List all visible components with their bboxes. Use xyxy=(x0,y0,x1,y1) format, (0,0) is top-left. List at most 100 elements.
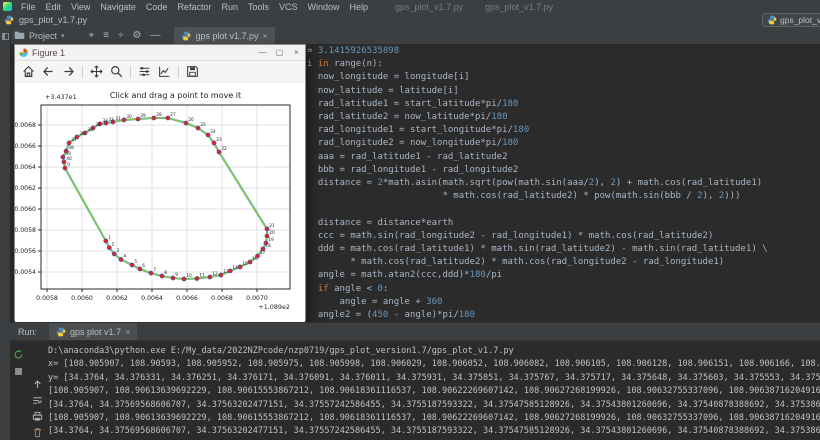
svg-text:0.0058: 0.0058 xyxy=(36,295,58,302)
menu-item-navigate[interactable]: Navigate xyxy=(95,2,141,12)
configure-subplots-icon[interactable] xyxy=(138,65,151,78)
menu-item-refactor[interactable]: Refactor xyxy=(172,2,216,12)
svg-text:0: 0 xyxy=(67,162,70,168)
save-icon[interactable] xyxy=(186,65,199,78)
menu-item-file[interactable]: File xyxy=(16,2,41,12)
svg-text:0.0064: 0.0064 xyxy=(15,164,36,171)
close-tab-icon[interactable]: × xyxy=(125,327,130,337)
menu-item-tools[interactable]: Tools xyxy=(243,2,274,12)
editor-tab-label: gps plot v1.7.py xyxy=(195,30,259,41)
pycharm-window: { "menubar": { "items": ["File","Edit","… xyxy=(0,0,820,440)
menu-bar: File Edit View Navigate Code Refactor Run Tools… xyxy=(0,0,820,13)
console-output: D:\anaconda3\python.exe E:/My_data/2022N… xyxy=(48,346,820,437)
svg-text:8: 8 xyxy=(164,270,167,276)
menu-item-help[interactable]: Help xyxy=(345,2,374,12)
locate-icon[interactable]: ⌖ xyxy=(89,30,95,41)
print-icon[interactable] xyxy=(32,411,43,422)
svg-text:30: 30 xyxy=(126,114,132,120)
svg-text:1: 1 xyxy=(108,235,111,241)
expand-icon[interactable]: ÷ xyxy=(118,30,124,41)
menu-item-run[interactable]: Run xyxy=(216,2,243,12)
back-icon[interactable] xyxy=(42,65,55,78)
panel-header-row: Project ▾ ⌖ ≡ ÷ ⚙ — gps plot v1.7.py × xyxy=(0,27,820,45)
svg-text:0.0056: 0.0056 xyxy=(15,248,36,255)
gear-icon[interactable]: ⚙ xyxy=(133,30,142,41)
menu-item-code[interactable]: Code xyxy=(141,2,173,12)
maximize-button[interactable]: ▢ xyxy=(271,48,288,57)
toolbar-separator xyxy=(82,65,83,78)
chevron-down-icon[interactable]: ▾ xyxy=(61,32,65,40)
close-tab-icon[interactable]: × xyxy=(263,31,268,41)
pycharm-logo-icon xyxy=(3,2,12,11)
svg-text:3: 3 xyxy=(117,248,120,254)
svg-text:4: 4 xyxy=(123,254,126,260)
breadcrumb-file[interactable]: gps_plot_v1.7.py xyxy=(19,15,87,25)
svg-text:Click and drag a point to move: Click and drag a point to move it xyxy=(110,91,241,100)
python-file-icon xyxy=(182,31,191,40)
editor-tab-gps-plot[interactable]: gps plot v1.7.py × xyxy=(174,27,275,44)
svg-text:22: 22 xyxy=(221,146,227,152)
menu-items: File Edit View Navigate Code Refactor Run Tools… xyxy=(16,2,373,12)
navigation-bar: gps_plot_v1.7.py xyxy=(0,13,820,27)
collapse-all-icon[interactable]: ≡ xyxy=(103,30,109,41)
rerun-icon[interactable] xyxy=(13,349,24,360)
svg-text:25: 25 xyxy=(200,122,206,128)
svg-text:+1.089e2: +1.089e2 xyxy=(258,303,290,311)
figure-canvas[interactable]: 0.0058 0.0060 0.0062 0.0064 0.0066 0.0068 0.00… xyxy=(15,83,305,322)
svg-text:38: 38 xyxy=(68,145,74,151)
svg-text:0.0054: 0.0054 xyxy=(15,269,36,276)
svg-text:0.0068: 0.0068 xyxy=(211,295,233,302)
svg-text:2: 2 xyxy=(112,242,115,248)
folder-icon xyxy=(14,31,25,40)
svg-text:0.0070: 0.0070 xyxy=(246,295,268,302)
svg-text:0.0064: 0.0064 xyxy=(141,295,163,302)
gps-plot[interactable]: 0.0058 0.0060 0.0062 0.0064 0.0066 0.0068 0.00… xyxy=(15,83,305,322)
toolbar-separator xyxy=(178,65,179,78)
python-file-icon xyxy=(4,15,14,25)
svg-text:14: 14 xyxy=(232,265,238,271)
svg-text:31: 31 xyxy=(115,116,121,122)
window-title-file: gps_plot_v1.7.py xyxy=(395,1,464,12)
svg-text:24: 24 xyxy=(210,129,216,135)
close-button[interactable]: × xyxy=(288,48,305,57)
window-title-file: gps_plot_v1.7.py xyxy=(485,1,554,12)
soft-wrap-icon[interactable] xyxy=(32,395,43,406)
hide-panel-icon[interactable]: — xyxy=(150,30,160,41)
menu-item-view[interactable]: View xyxy=(66,2,95,12)
svg-text:7: 7 xyxy=(153,267,156,273)
run-tab[interactable]: gps plot v1.7 × xyxy=(49,323,138,340)
up-arrow-icon[interactable] xyxy=(32,379,43,390)
svg-text:9: 9 xyxy=(175,272,178,278)
code-text: = 3.1415926535898 i in range(n): now_lon… xyxy=(307,46,768,321)
zoom-icon[interactable] xyxy=(110,65,123,78)
svg-text:19: 19 xyxy=(268,237,274,243)
figure-title-bar[interactable]: Figure 1 — ▢ × xyxy=(15,45,305,61)
home-icon[interactable] xyxy=(22,65,35,78)
project-panel-title: Project xyxy=(29,30,58,41)
run-configuration-chip[interactable]: gps_plot_v1 xyxy=(762,13,820,27)
svg-text:33: 33 xyxy=(102,118,108,124)
project-stripe-icon[interactable] xyxy=(1,33,9,40)
project-panel-header[interactable]: Project ▾ xyxy=(14,30,65,41)
run-tab-label: gps plot v1.7 xyxy=(70,326,122,337)
forward-icon[interactable] xyxy=(62,65,75,78)
svg-text:37: 37 xyxy=(71,137,77,143)
run-label: Run: xyxy=(18,326,38,337)
svg-text:10: 10 xyxy=(186,273,192,279)
menu-item-vcs[interactable]: VCS xyxy=(274,2,303,12)
minimize-button[interactable]: — xyxy=(254,48,271,57)
svg-text:0.0060: 0.0060 xyxy=(71,295,93,302)
menu-item-window[interactable]: Window xyxy=(303,2,345,12)
run-configuration-label: gps_plot_v1 xyxy=(780,15,820,25)
figure-window[interactable]: Figure 1 — ▢ × 0.0058 0.0060 0.0062 0.0064 0… xyxy=(14,44,306,322)
run-panel-tab-row: Run: gps plot v1.7 × xyxy=(10,323,820,341)
svg-text:40: 40 xyxy=(66,156,72,162)
svg-text:0.0058: 0.0058 xyxy=(15,227,36,234)
menu-item-edit[interactable]: Edit xyxy=(41,2,67,12)
trash-icon[interactable] xyxy=(32,427,43,438)
svg-text:27: 27 xyxy=(170,112,176,118)
stop-icon[interactable] xyxy=(13,366,24,377)
run-panel: Run: gps plot v1.7 × D:\anaconda3\python… xyxy=(10,322,820,440)
edit-axes-icon[interactable] xyxy=(158,65,171,78)
pan-icon[interactable] xyxy=(90,65,103,78)
